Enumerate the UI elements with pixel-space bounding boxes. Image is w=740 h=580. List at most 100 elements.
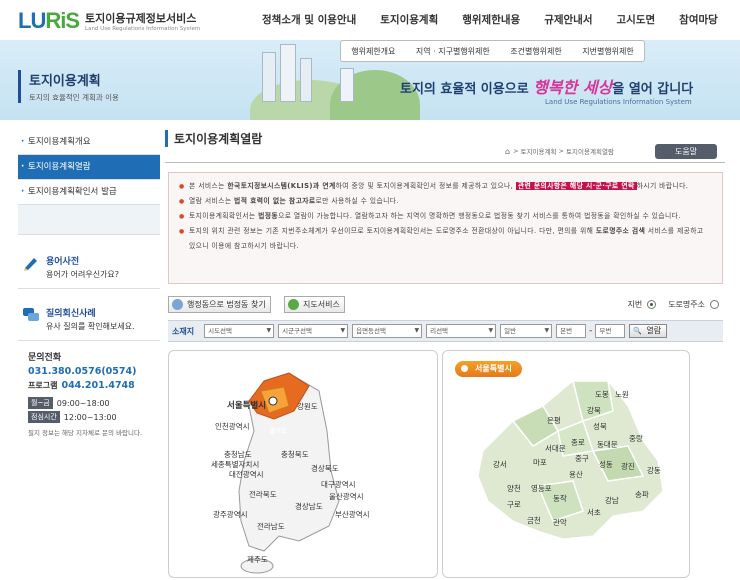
contact-note: 필지 정보는 해당 지자체로 문의 바랍니다.: [28, 429, 143, 437]
map-service-button[interactable]: 지도서비스: [284, 296, 345, 313]
district-label[interactable]: 용산: [569, 469, 583, 480]
sub-number-input[interactable]: 부번: [595, 324, 626, 338]
district-label[interactable]: 송파: [635, 489, 649, 500]
region-label[interactable]: 제주도: [247, 554, 268, 565]
breadcrumb-item[interactable]: 토지이용계획: [521, 146, 557, 156]
view-button[interactable]: 열람: [629, 324, 668, 338]
korea-map: [238, 372, 340, 574]
breadcrumb: ⌂ > 토지이용계획 > 토지이용계획열람: [505, 146, 614, 157]
side-menu-gap: [18, 205, 160, 235]
district-label[interactable]: 관악: [553, 517, 567, 528]
glossary-link[interactable]: 용어사전 용어가 어려우신가요?: [18, 248, 160, 289]
site-logo[interactable]: LURiS 토지이용규제정보서비스 Land Use Regulations I…: [18, 8, 200, 34]
side-item-certificate[interactable]: 토지이용계획확인서 발급: [18, 180, 160, 205]
region-label[interactable]: 인천광역시: [215, 421, 250, 432]
radio-road[interactable]: [710, 300, 719, 309]
logo-subtitle: Land Use Regulations Information System: [85, 26, 201, 32]
gnb-item-land-use-plan[interactable]: 토지이용계획: [380, 12, 438, 27]
help-button[interactable]: 도움말: [655, 144, 717, 159]
gnb-item-notice-maps[interactable]: 고시도면: [617, 12, 656, 27]
district-label[interactable]: 금천: [527, 515, 541, 526]
gnb-item-policy[interactable]: 정책소개 및 이용안내: [262, 12, 356, 27]
district-label[interactable]: 은평: [547, 415, 561, 426]
region-label[interactable]: 전라북도: [249, 489, 277, 500]
region-label[interactable]: 경기도: [269, 425, 287, 435]
district-label[interactable]: 양천: [507, 483, 521, 494]
find-legal-dong-button[interactable]: 행정동으로 법정동 찾기: [168, 296, 271, 313]
region-label[interactable]: 대전광역시: [229, 469, 264, 480]
banner-subtitle: 토지의 효율적인 계획과 이용: [29, 93, 119, 102]
district-label[interactable]: 강남: [605, 495, 619, 506]
district-label[interactable]: 영등포: [531, 483, 552, 494]
lot-type-select[interactable]: 일반: [500, 324, 553, 338]
sub-nav-item-condition[interactable]: 조건별행위제한: [510, 46, 562, 57]
region-label[interactable]: 울산광역시: [329, 491, 364, 502]
region-label[interactable]: 강원도: [297, 401, 318, 412]
sub-nav-item-overview[interactable]: 행위제한개요: [351, 46, 395, 57]
banner-title: 토지이용계획: [29, 74, 101, 89]
qna-subtitle: 유사 질의를 확인해보세요.: [46, 322, 135, 331]
district-label[interactable]: 서대문: [545, 443, 566, 454]
region-label[interactable]: 부산광역시: [335, 509, 370, 520]
hours-badge: 점심시간: [28, 411, 60, 423]
region-label[interactable]: 충청북도: [281, 449, 309, 460]
side-menu: 토지이용계획개요 토지이용계획열람 토지이용계획확인서 발급: [18, 130, 160, 235]
district-label[interactable]: 광진: [621, 461, 635, 472]
qna-link[interactable]: 질의회신사례 유사 질의를 확인해보세요.: [18, 300, 160, 341]
district-label[interactable]: 성동: [599, 459, 613, 470]
district-label[interactable]: 서초: [587, 507, 601, 518]
district-label[interactable]: 강서: [493, 459, 507, 470]
program-number: 044.201.4748: [61, 380, 135, 391]
side-item-overview[interactable]: 토지이용계획개요: [18, 130, 160, 155]
breadcrumb-item: 토지이용계획열람: [566, 148, 614, 156]
banner-building: [340, 68, 354, 102]
district-label[interactable]: 마포: [533, 457, 547, 468]
gnb-item-participation[interactable]: 참여마당: [679, 12, 718, 27]
notice-item: 열람 서비스는 법적 효력이 없는 참고자료로만 사용하실 수 있습니다.: [179, 194, 712, 209]
sigungu-select[interactable]: 시군구선택: [278, 324, 349, 338]
district-label[interactable]: 종로: [571, 437, 585, 448]
location-search-bar: 소재지 시도선택 시군구선택 읍면동선택 리선택 일반 본번 - 부번 열람: [168, 320, 723, 342]
banner-building: [280, 44, 296, 102]
district-label[interactable]: 노원: [615, 389, 629, 400]
main-number-input[interactable]: 본번: [556, 324, 587, 338]
banner-slogan: 토지의 효율적 이용으로 행복한 세상을 열어 갑니다: [400, 78, 694, 97]
speech-bubble-icon: [23, 308, 39, 321]
side-item-plan-view[interactable]: 토지이용계획열람: [18, 155, 160, 180]
hours-value: 12:00~13:00: [63, 412, 117, 422]
title-divider: [165, 162, 725, 163]
home-icon[interactable]: ⌂: [505, 147, 510, 156]
glossary-title: 용어사전: [46, 257, 80, 267]
district-label[interactable]: 강북: [587, 405, 601, 416]
region-label[interactable]: 전라남도: [257, 521, 285, 532]
region-label[interactable]: 경상남도: [295, 501, 323, 512]
region-label[interactable]: 광주광역시: [213, 509, 248, 520]
gnb-item-restrictions[interactable]: 행위제한내용: [462, 12, 520, 27]
radio-label-road: 도로명주소: [668, 300, 705, 309]
eupmyeondong-select[interactable]: 읍면동선택: [352, 324, 423, 338]
hours-value: 09:00~18:00: [56, 398, 110, 408]
program-label: 프로그램: [28, 381, 58, 390]
radio-lot[interactable]: [647, 300, 657, 309]
banner-building: [300, 58, 312, 102]
sub-nav-item-lot[interactable]: 지번별행위제한: [582, 46, 634, 57]
district-label[interactable]: 동작: [553, 493, 567, 504]
ri-select[interactable]: 리선택: [426, 324, 497, 338]
sub-nav-item-zone[interactable]: 지역 · 지구별행위제한: [416, 46, 490, 57]
sido-select[interactable]: 시도선택: [204, 324, 275, 338]
district-label[interactable]: 중구: [575, 453, 589, 464]
seoul-map-panel: 서울특별시 도봉 노원 강북 은평 성북 중랑 종로 동대문 서대문 중구 성동…: [442, 350, 690, 578]
region-label[interactable]: 서울특별시: [227, 399, 266, 411]
seoul-marker-icon[interactable]: [268, 396, 278, 406]
gnb-item-guide[interactable]: 규제안내서: [544, 12, 592, 27]
district-label[interactable]: 중랑: [629, 433, 643, 444]
district-label[interactable]: 성북: [593, 421, 607, 432]
korea-map-panel: 서울특별시 강원도 인천광역시 경기도 충청남도 충청북도 세종특별자치시 대전…: [168, 350, 438, 578]
region-label[interactable]: 경상북도: [311, 463, 339, 474]
district-label[interactable]: 구로: [507, 499, 521, 510]
district-label[interactable]: 강동: [647, 465, 661, 476]
district-label[interactable]: 도봉: [595, 389, 609, 400]
district-label[interactable]: 동대문: [597, 439, 618, 450]
region-label[interactable]: 대구광역시: [321, 479, 356, 490]
address-type-radio-group: 지번 도로명주소: [627, 299, 719, 310]
